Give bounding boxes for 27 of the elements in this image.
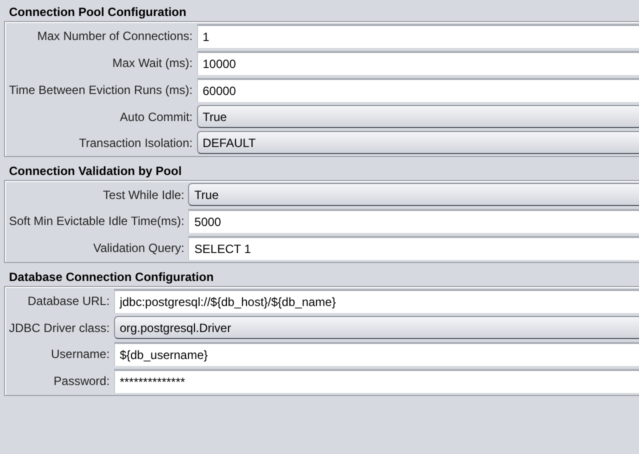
field-label: Soft Min Evictable Idle Time(ms): — [9, 213, 184, 230]
input-field[interactable]: ${db_username} — [114, 342, 639, 366]
password-field[interactable]: ************** — [114, 369, 639, 393]
field-label: Max Wait (ms): — [111, 55, 193, 72]
input-field[interactable]: 5000 — [188, 209, 639, 233]
dropdown[interactable]: DEFAULT — [196, 131, 639, 154]
dropdown[interactable]: True — [188, 183, 639, 206]
field-label: Database URL: — [26, 293, 110, 310]
field-label: Time Between Eviction Runs (ms): — [9, 82, 193, 99]
field-label: Max Number of Connections: — [36, 28, 193, 45]
input-field[interactable]: SELECT 1 — [188, 236, 639, 260]
input-field[interactable]: 10000 — [196, 51, 639, 75]
field-label: Username: — [50, 346, 110, 363]
field-label: Password: — [52, 373, 110, 390]
section-title: Connection Validation by Pool — [8, 163, 183, 180]
field-label: Validation Query: — [92, 240, 184, 257]
dropdown[interactable]: org.postgresql.Driver — [114, 316, 639, 339]
field-label: Auto Commit: — [118, 108, 193, 126]
section-title: Database Connection Configuration — [8, 269, 215, 286]
input-field[interactable]: 1 — [196, 24, 639, 48]
input-field[interactable]: 60000 — [196, 78, 639, 102]
dropdown[interactable]: True — [196, 105, 639, 128]
field-label: Transaction Isolation: — [78, 134, 193, 152]
field-label: Test While Idle: — [102, 186, 184, 204]
field-label: JDBC Driver class: — [9, 320, 110, 336]
input-field[interactable]: jdbc:postgresql://${db_host}/${db_name} — [114, 289, 639, 313]
section-title: Connection Pool Configuration — [8, 4, 188, 21]
